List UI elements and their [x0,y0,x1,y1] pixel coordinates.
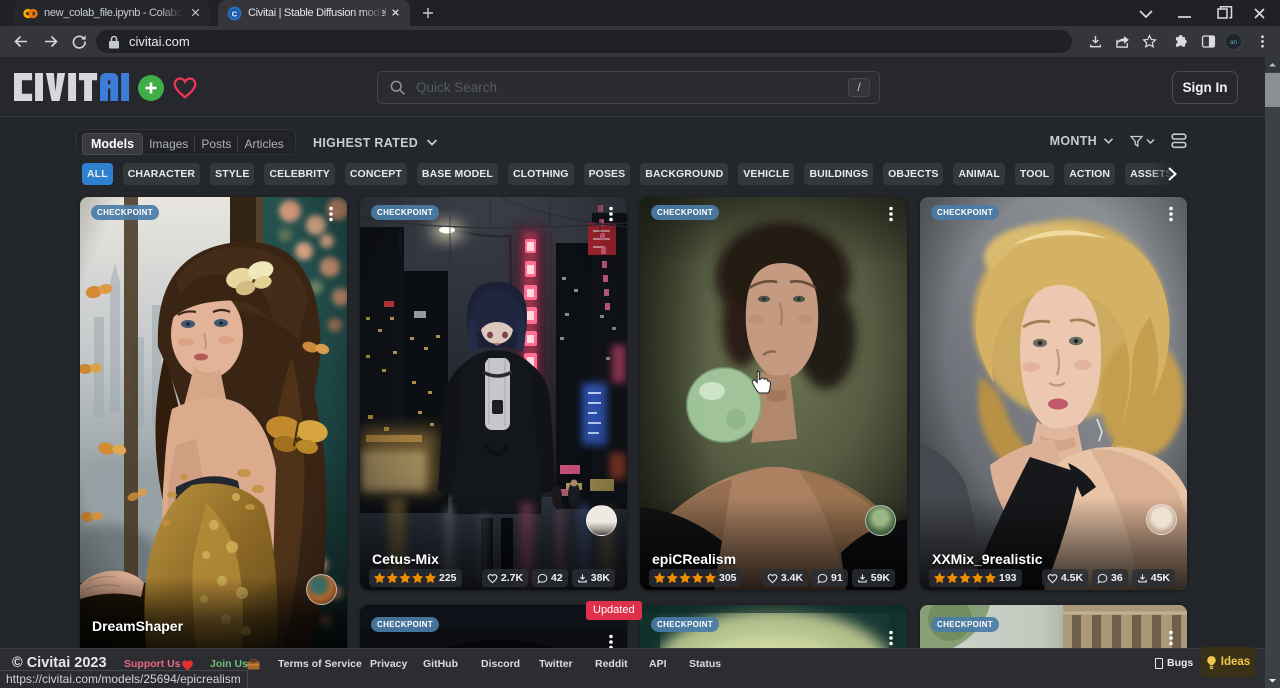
svg-text:an: an [1230,39,1237,46]
svg-text:C: C [232,9,238,18]
